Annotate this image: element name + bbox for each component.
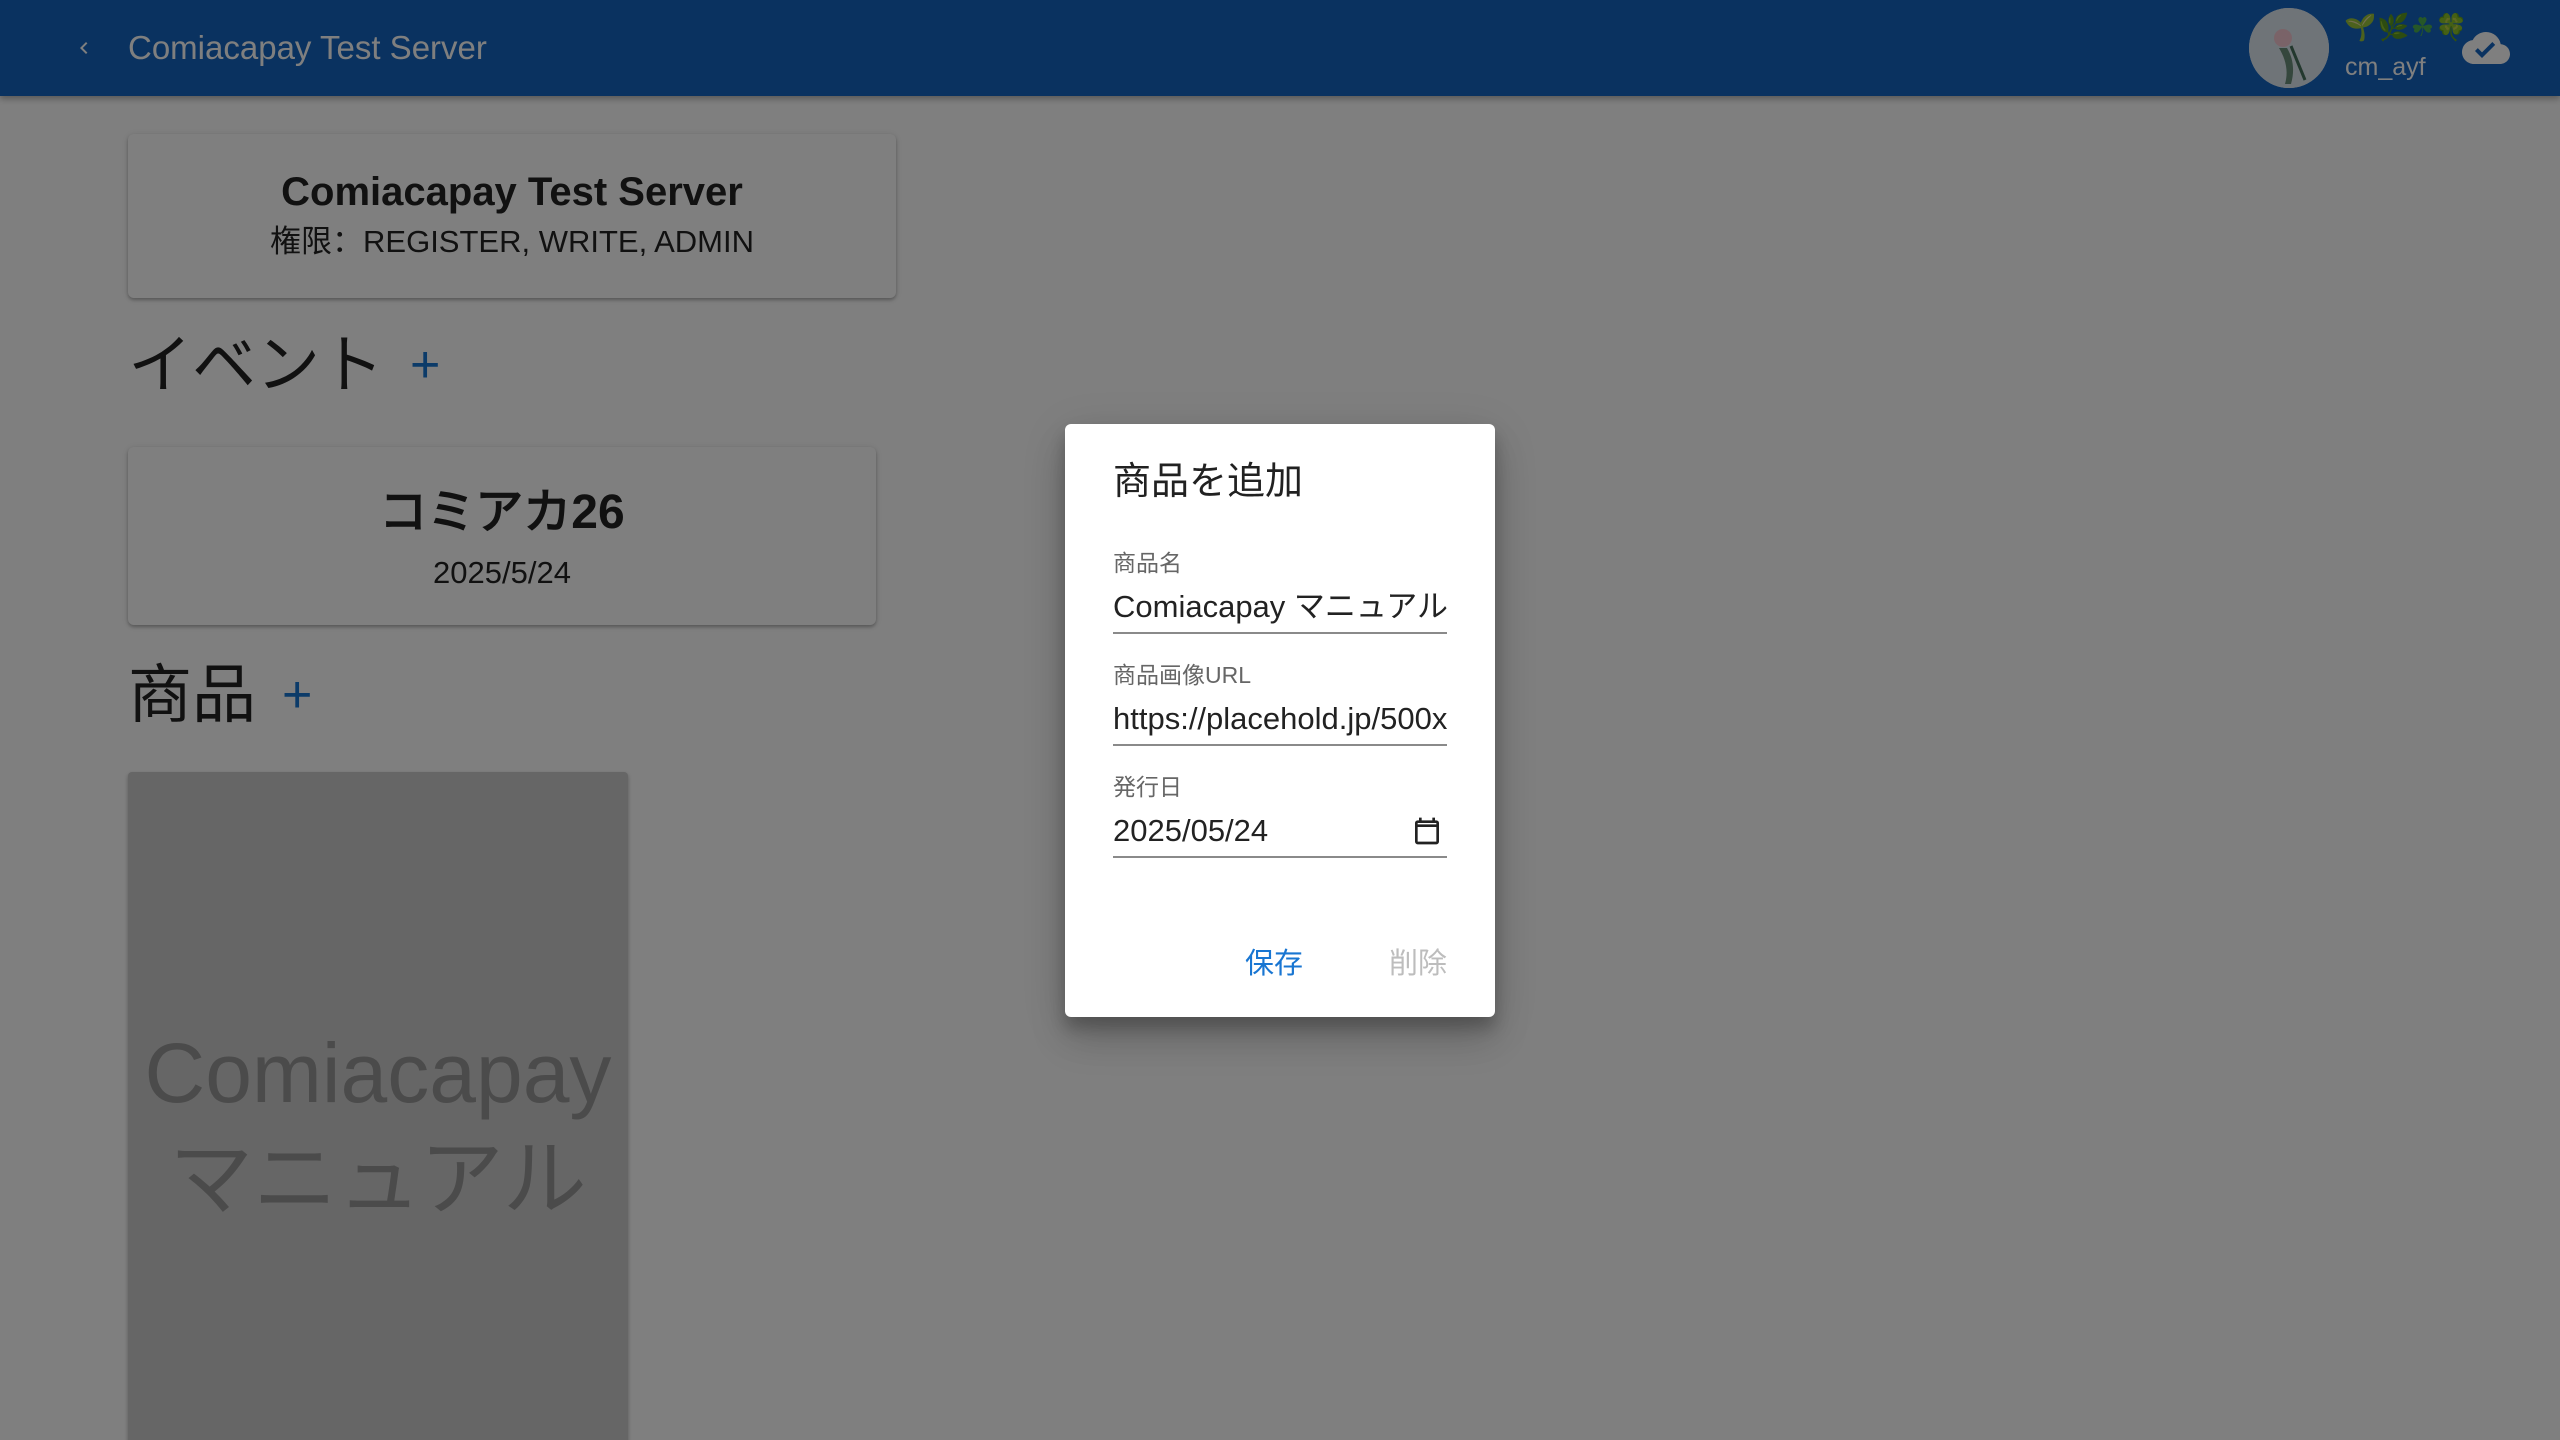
release-date-field: 発行日 2025/05/24 <box>1113 772 1447 858</box>
calendar-icon[interactable] <box>1411 814 1443 848</box>
product-image-url-label: 商品画像URL <box>1113 662 1252 688</box>
add-product-dialog: 商品を追加 商品名 Comiacapay マニュアル 商品画像URL https… <box>1065 424 1495 1017</box>
product-image-url-input[interactable]: https://placehold.jp/500x700.png <box>1113 698 1447 746</box>
release-date-value: 2025/05/24 <box>1113 813 1269 848</box>
release-date-label: 発行日 <box>1113 774 1182 800</box>
product-name-label: 商品名 <box>1113 550 1182 576</box>
product-name-field: 商品名 Comiacapay マニュアル <box>1113 548 1447 634</box>
dialog-title: 商品を追加 <box>1113 461 1304 503</box>
product-image-url-field: 商品画像URL https://placehold.jp/500x700.png <box>1113 660 1447 746</box>
release-date-input[interactable]: 2025/05/24 <box>1113 810 1447 858</box>
delete-button[interactable]: 削除 <box>1375 940 1461 988</box>
save-button[interactable]: 保存 <box>1231 940 1317 988</box>
product-name-input[interactable]: Comiacapay マニュアル <box>1113 586 1447 634</box>
